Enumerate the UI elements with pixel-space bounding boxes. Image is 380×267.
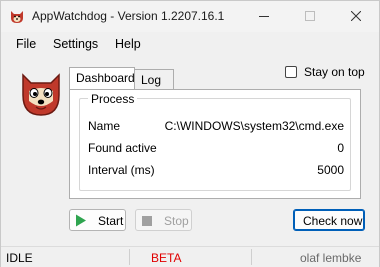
close-icon [351, 11, 361, 21]
found-active-label: Found active [88, 141, 157, 155]
menu-bar: File Settings Help [1, 33, 379, 55]
minimize-button[interactable] [241, 1, 287, 32]
interval-value: 5000 [317, 163, 344, 177]
status-author: olaf lembke [300, 251, 362, 265]
check-now-button[interactable]: Check now [293, 209, 365, 231]
tab-log[interactable]: Log [134, 69, 174, 89]
menu-help[interactable]: Help [115, 37, 141, 51]
menu-settings[interactable]: Settings [53, 37, 98, 51]
app-window: AppWatchdog - Version 1.2207.16.1 File S… [0, 0, 380, 267]
stop-button[interactable]: Stop [135, 209, 192, 231]
minimize-icon [259, 16, 269, 17]
dashboard-panel: Process Name C:\WINDOWS\system32\cmd.exe… [69, 89, 361, 199]
name-label: Name [88, 119, 121, 133]
start-button[interactable]: Start [69, 209, 126, 231]
found-active-value: 0 [337, 141, 344, 155]
menu-file[interactable]: File [16, 37, 36, 51]
status-state: IDLE [6, 251, 33, 265]
stay-on-top-label: Stay on top [304, 65, 365, 79]
process-group-title: Process [88, 92, 138, 106]
stay-on-top-box[interactable] [285, 66, 297, 78]
title-bar[interactable]: AppWatchdog - Version 1.2207.16.1 [1, 1, 379, 32]
stop-button-label: Stop [164, 214, 189, 228]
window-title: AppWatchdog - Version 1.2207.16.1 [32, 9, 225, 23]
status-separator [129, 249, 130, 265]
maximize-button[interactable] [287, 1, 333, 32]
stop-icon [142, 216, 152, 226]
tab-dashboard[interactable]: Dashboard [69, 67, 135, 89]
close-button[interactable] [333, 1, 379, 32]
process-group: Process Name C:\WINDOWS\system32\cmd.exe… [79, 92, 351, 191]
dog-logo-icon [22, 73, 60, 116]
name-value: C:\WINDOWS\system32\cmd.exe [164, 119, 344, 133]
maximize-icon [305, 11, 315, 21]
app-icon [11, 11, 23, 23]
status-bar: IDLE BETA olaf lembke [1, 246, 379, 267]
interval-label: Interval (ms) [88, 163, 155, 177]
status-channel: BETA [151, 251, 182, 265]
start-button-label: Start [98, 214, 124, 228]
play-icon [76, 214, 86, 227]
check-now-button-label: Check now [303, 214, 363, 228]
status-separator [251, 249, 252, 265]
